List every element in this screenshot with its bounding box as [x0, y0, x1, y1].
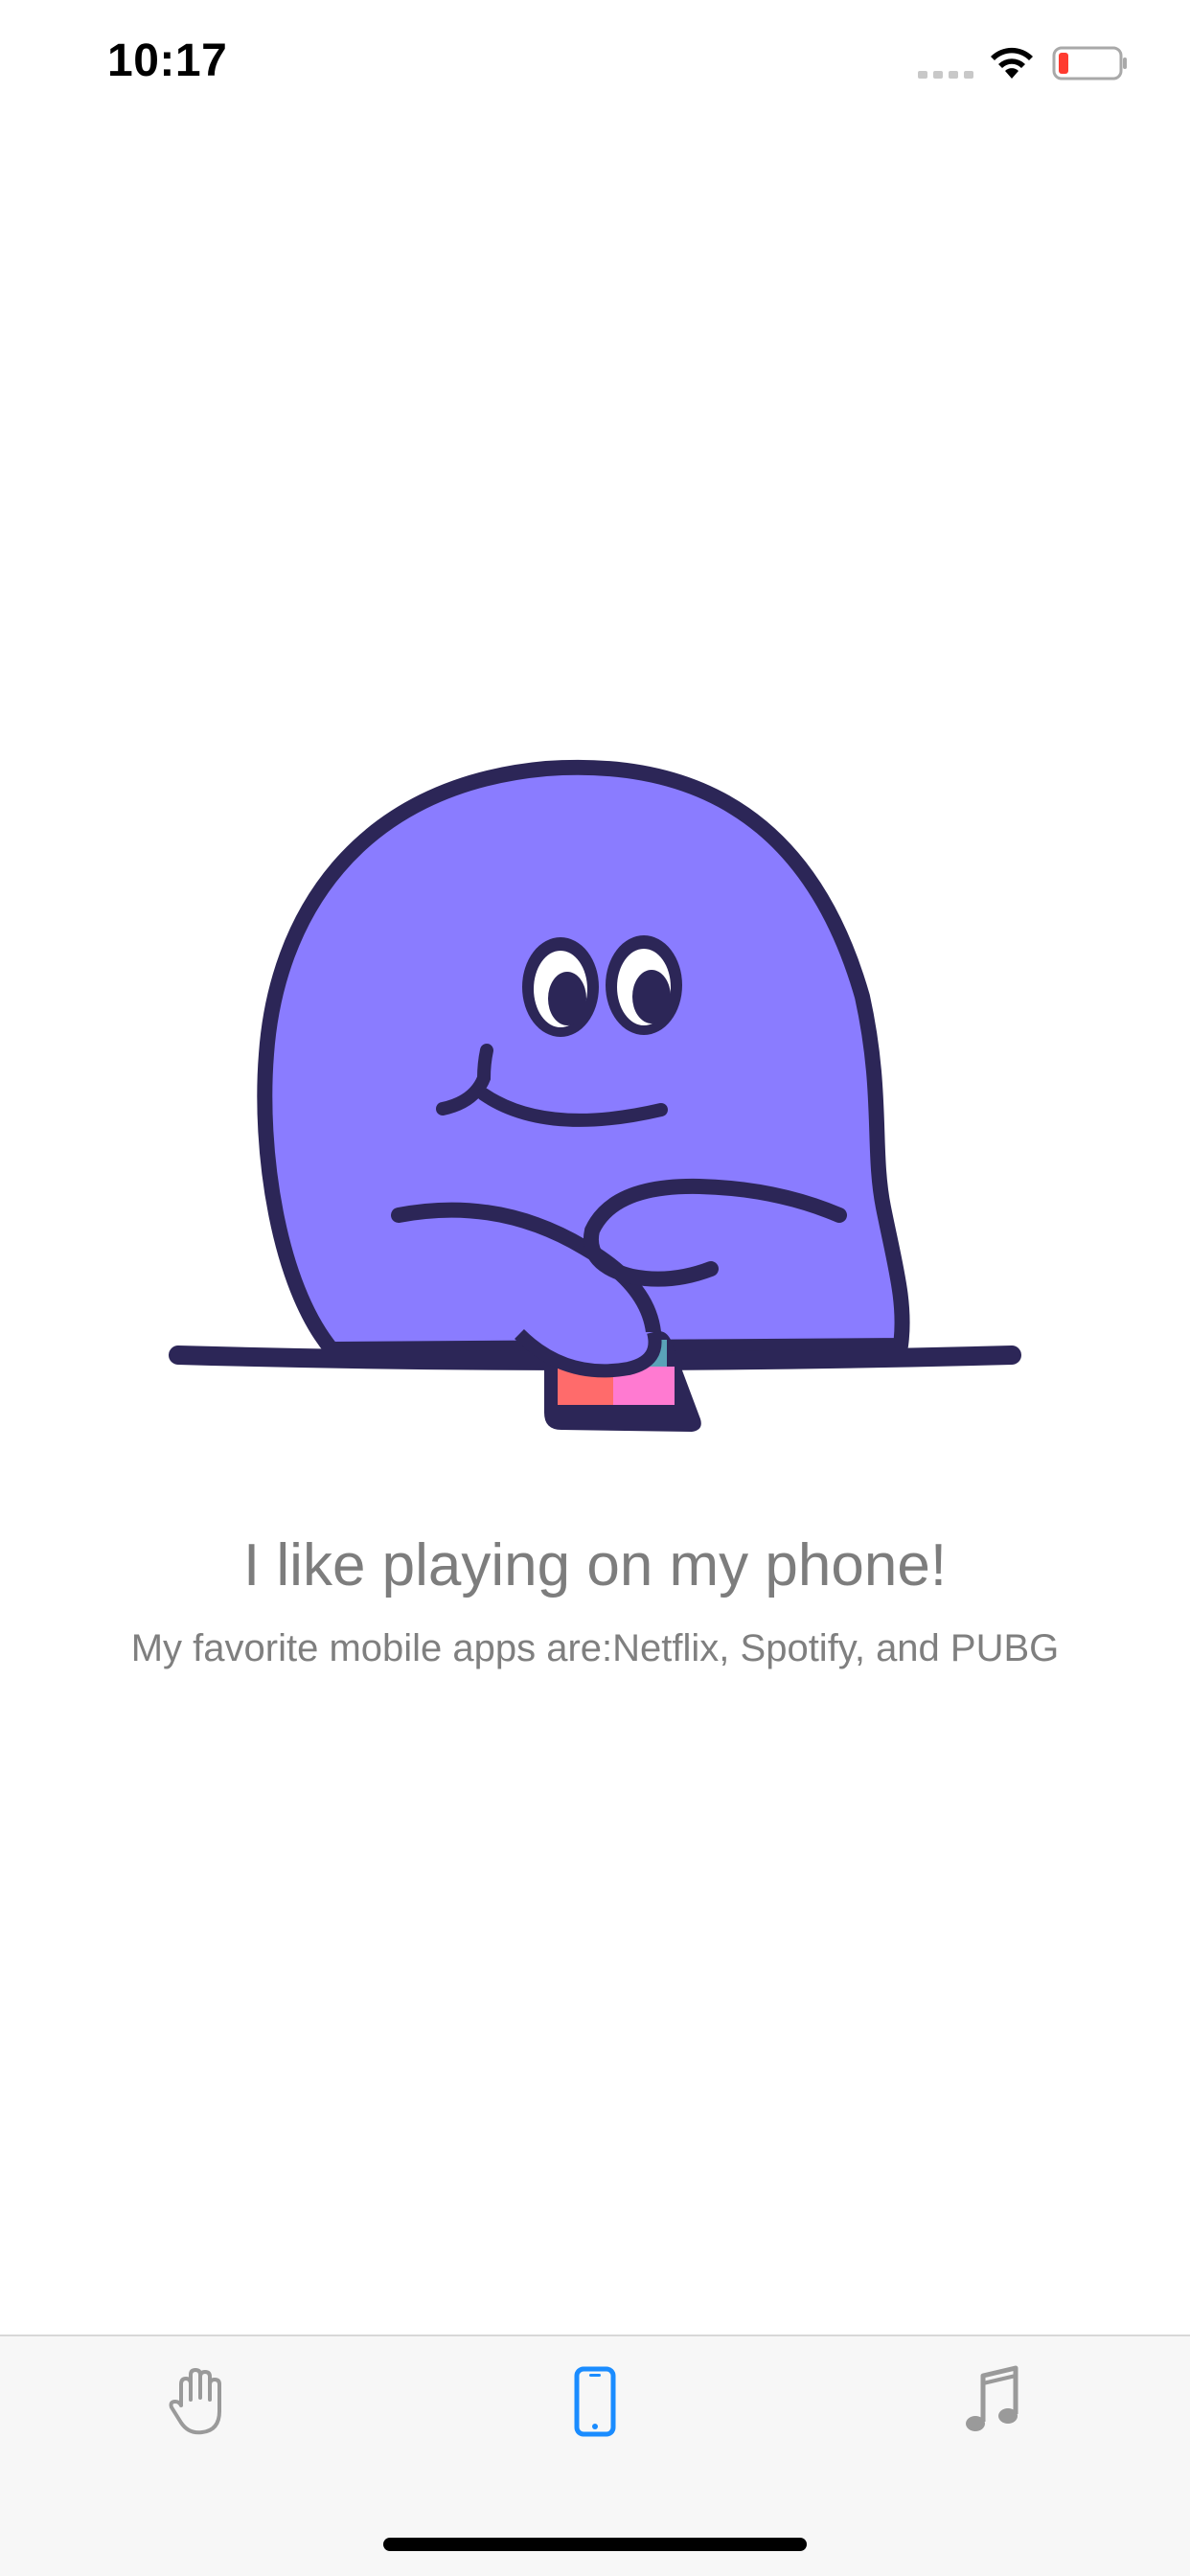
hand-icon: [169, 2368, 221, 2435]
status-bar: 10:17: [0, 0, 1190, 126]
cellular-signal-icon: [918, 71, 973, 79]
tab-hand[interactable]: [130, 2354, 264, 2450]
page-title: I like playing on my phone!: [242, 1532, 948, 1598]
home-indicator: [383, 2538, 807, 2551]
battery-icon: [1052, 46, 1127, 80]
phone-icon: [574, 2366, 616, 2437]
app-screen: 10:17 I like playing on my phone! My fav…: [0, 0, 1190, 2576]
status-time: 10:17: [107, 35, 228, 86]
music-note-icon: [966, 2365, 1018, 2431]
page-subtitle: My favorite mobile apps are:Netflix, Spo…: [130, 1627, 1060, 1669]
purple-blob-character-illustration: [169, 759, 1021, 1432]
tab-music[interactable]: [926, 2354, 1060, 2450]
wifi-icon: [991, 47, 1033, 79]
tab-phone[interactable]: [528, 2354, 662, 2450]
